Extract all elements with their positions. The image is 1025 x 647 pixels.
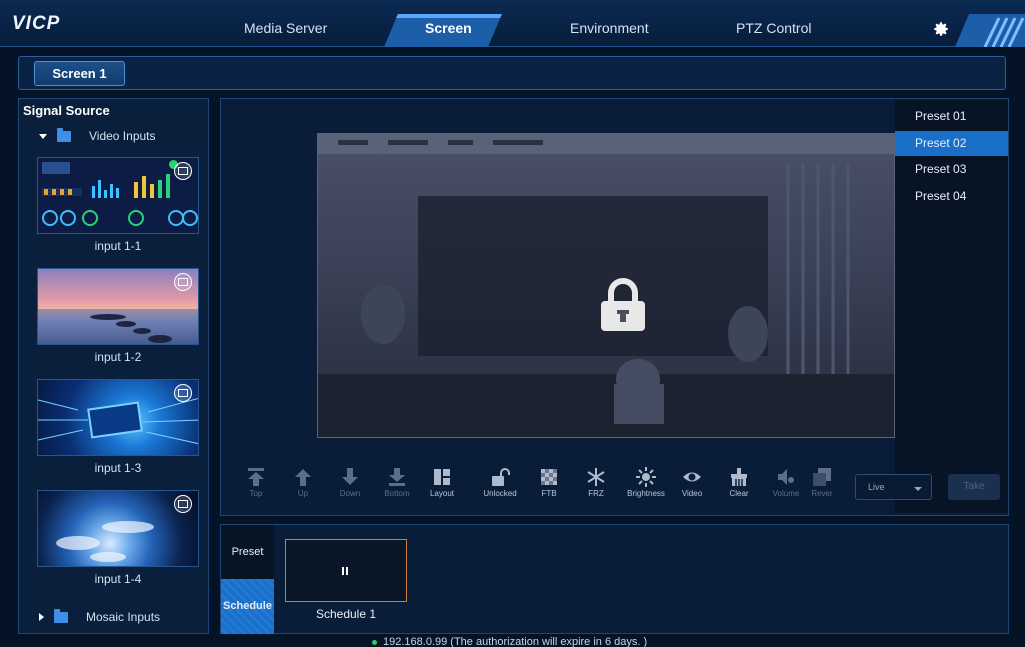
- reverse-button[interactable]: Rever: [802, 463, 842, 513]
- tree-group-label: Mosaic Inputs: [86, 610, 161, 624]
- window-badge-icon: [174, 162, 192, 180]
- reverse-icon: [813, 468, 831, 486]
- tab-environment[interactable]: Environment: [570, 20, 649, 36]
- screen-tab-bar: Screen 1: [18, 56, 1006, 90]
- schedule-card[interactable]: [285, 539, 407, 602]
- unlocked-button[interactable]: Unlocked: [480, 463, 520, 513]
- input-thumbnail-1-1[interactable]: [37, 157, 199, 234]
- window-badge-icon: [174, 384, 192, 402]
- top-button[interactable]: Top: [236, 463, 276, 513]
- chevron-down-icon[interactable]: [39, 133, 47, 139]
- layout-button[interactable]: Layout: [422, 463, 462, 513]
- output-mode-select[interactable]: Live: [855, 474, 932, 500]
- app-logo: VICP: [12, 13, 61, 34]
- arrow-to-bottom-icon: [389, 468, 405, 486]
- tree-group-mosaic-inputs[interactable]: Mosaic Inputs: [39, 608, 161, 624]
- folder-icon: [54, 608, 68, 623]
- preset-list: Preset 01 Preset 02 Preset 03 Preset 04: [895, 100, 1008, 513]
- preset-schedule-panel: Preset Schedule Schedule 1: [220, 524, 1009, 634]
- window-badge-icon: [174, 273, 192, 291]
- tree-group-video-inputs[interactable]: Video Inputs: [39, 127, 156, 143]
- preset-item-01[interactable]: Preset 01: [895, 104, 1008, 129]
- eye-icon: [683, 472, 701, 482]
- status-bar: 192.168.0.99 (The authorization will exp…: [372, 636, 647, 647]
- tree-group-label: Video Inputs: [89, 129, 156, 143]
- schedule-label: Schedule 1: [315, 607, 377, 621]
- input-thumbnail-1-4[interactable]: [37, 490, 199, 567]
- clear-icon: [731, 468, 747, 486]
- header-decoration: [955, 14, 1025, 47]
- input-label: input 1-3: [94, 461, 142, 475]
- folder-icon: [57, 127, 71, 142]
- arrow-to-top-icon: [248, 468, 264, 486]
- tab-screen[interactable]: Screen: [425, 20, 472, 36]
- ftb-icon: [541, 469, 557, 485]
- input-label: input 1-1: [94, 239, 142, 253]
- preset-item-02[interactable]: Preset 02: [895, 131, 1008, 156]
- layer-toolbar: Top Up Down Bottom Layout Unlocked FTB F…: [232, 463, 1007, 513]
- layout-icon: [434, 469, 450, 485]
- clear-button[interactable]: Clear: [719, 463, 759, 513]
- chevron-right-icon[interactable]: [39, 613, 44, 621]
- input-label: input 1-2: [94, 350, 142, 364]
- gear-icon[interactable]: [932, 20, 950, 38]
- up-button[interactable]: Up: [283, 463, 323, 513]
- screen-canvas: 云台: [220, 98, 1009, 516]
- signal-source-title: Signal Source: [23, 103, 110, 118]
- brightness-button[interactable]: Brightness: [621, 463, 671, 513]
- pause-icon[interactable]: [341, 567, 349, 575]
- lock-icon: [601, 278, 645, 331]
- input-thumbnail-1-3[interactable]: [37, 379, 199, 456]
- screen-stage[interactable]: 云台: [317, 133, 895, 438]
- arrow-down-icon: [342, 468, 358, 485]
- tab-media-server[interactable]: Media Server: [244, 20, 327, 36]
- volume-button[interactable]: Volume: [766, 463, 806, 513]
- volume-icon: [778, 469, 794, 485]
- ftb-button[interactable]: FTB: [529, 463, 569, 513]
- preset-item-03[interactable]: Preset 03: [895, 157, 1008, 182]
- frz-button[interactable]: FRZ: [576, 463, 616, 513]
- input-label: input 1-4: [94, 572, 142, 586]
- snowflake-icon: [587, 468, 605, 486]
- arrow-up-icon: [295, 469, 311, 486]
- tab-schedule[interactable]: Schedule: [221, 579, 274, 634]
- status-text: 192.168.0.99 (The authorization will exp…: [383, 636, 648, 647]
- unlock-icon: [492, 468, 510, 486]
- tab-ptz-control[interactable]: PTZ Control: [736, 20, 811, 36]
- sun-icon: [636, 467, 656, 487]
- input-thumbnail-1-2[interactable]: [37, 268, 199, 345]
- bottom-button[interactable]: Bottom: [377, 463, 417, 513]
- chevron-down-icon: [914, 487, 922, 491]
- status-dot-icon: [372, 639, 377, 645]
- video-button[interactable]: Video: [672, 463, 712, 513]
- top-nav-bar: VICP Media Server Screen Environment PTZ…: [0, 0, 1025, 47]
- take-button[interactable]: Take: [948, 474, 1000, 500]
- down-button[interactable]: Down: [330, 463, 370, 513]
- preset-item-04[interactable]: Preset 04: [895, 184, 1008, 209]
- signal-source-panel: Signal Source Video Inputs input 1-1 inp…: [18, 98, 209, 634]
- tab-screen-1[interactable]: Screen 1: [34, 61, 125, 86]
- tab-preset[interactable]: Preset: [221, 525, 274, 579]
- output-mode-value: Live: [868, 482, 885, 492]
- window-badge-icon: [174, 495, 192, 513]
